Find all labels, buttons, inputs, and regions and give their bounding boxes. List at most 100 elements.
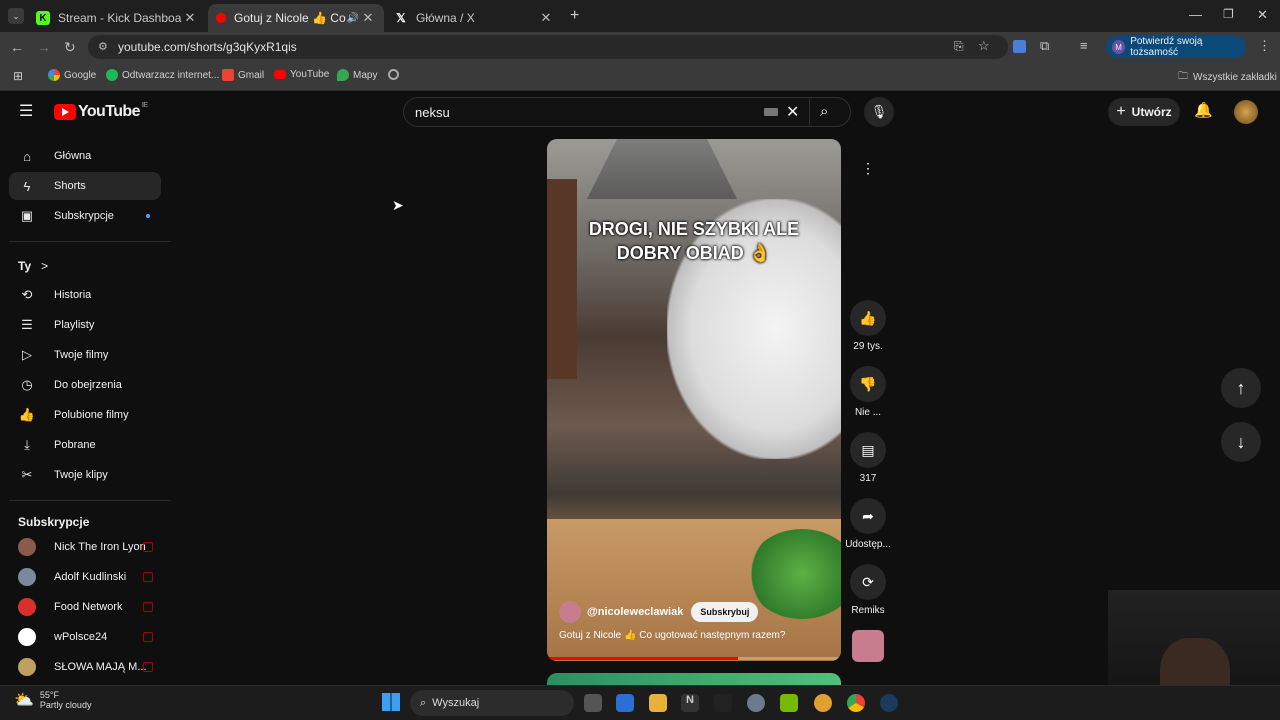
- sidebar-sub-channel[interactable]: Nick The Iron Lyon: [9, 533, 161, 561]
- sidebar-item-history[interactable]: ⟲ Historia: [9, 281, 161, 309]
- reload-icon[interactable]: ↻: [64, 39, 76, 56]
- search-icon[interactable]: ⌕: [820, 103, 828, 120]
- google-icon: [48, 69, 60, 81]
- search-input[interactable]: neksu ✕ ⌕: [403, 97, 851, 127]
- youtube-play-icon: [54, 104, 76, 120]
- channel-avatar: [18, 658, 36, 676]
- sidebar-item-label: Pobrane: [54, 439, 96, 451]
- sidebar-item-label: Polubione filmy: [54, 409, 129, 421]
- forward-icon[interactable]: →: [37, 39, 51, 55]
- playlist-icon: ☰: [21, 317, 33, 332]
- sidebar-item-downloads[interactable]: ⤓ Pobrane: [9, 431, 161, 459]
- close-tab-icon[interactable]: ✕: [538, 10, 554, 26]
- file-explorer-icon[interactable]: [649, 694, 667, 712]
- live-icon: [143, 662, 153, 672]
- create-button[interactable]: + Utwórz: [1108, 98, 1180, 126]
- voice-search-icon[interactable]: 🎙: [864, 97, 894, 127]
- youtube-logo[interactable]: YouTube IE: [54, 102, 148, 121]
- bookmark-label: Odtwarzacz internet...: [122, 69, 220, 81]
- tab-search-icon[interactable]: ⌄: [8, 8, 24, 24]
- remix-icon[interactable]: ⟳: [850, 564, 886, 600]
- new-tab-icon[interactable]: +: [570, 7, 579, 25]
- sidebar-item-label: Food Network: [54, 601, 123, 613]
- channel-name[interactable]: @nicoleweclawiak: [587, 606, 683, 618]
- sidebar-sub-channel[interactable]: wPolsce24: [9, 623, 161, 651]
- progress-bar[interactable]: [547, 657, 841, 660]
- sidebar-sub-channel[interactable]: Adolf Kudlinski: [9, 563, 161, 591]
- sidebar-item-your-videos[interactable]: ▷ Twoje filmy: [9, 341, 161, 369]
- share-icon[interactable]: ➦: [850, 498, 886, 534]
- chrome-icon[interactable]: [847, 694, 865, 712]
- store-icon[interactable]: [616, 694, 634, 712]
- dislike-icon[interactable]: 👎: [850, 366, 886, 402]
- back-icon[interactable]: ←: [10, 39, 24, 55]
- site-info-icon[interactable]: ⚙: [98, 40, 108, 53]
- bookmark-gmail[interactable]: Gmail: [222, 69, 264, 81]
- minimize-icon[interactable]: —: [1189, 7, 1202, 22]
- bookmark-maps[interactable]: Mapy: [337, 69, 377, 81]
- task-view-icon[interactable]: [584, 694, 602, 712]
- install-app-icon[interactable]: ⎘: [954, 39, 964, 54]
- bookmark-google[interactable]: Google: [48, 69, 96, 81]
- channel-avatar[interactable]: [559, 601, 581, 623]
- sidebar-item-watch-later[interactable]: ◷ Do obejrzenia: [9, 371, 161, 399]
- sidebar-item-clips[interactable]: ✂ Twoje klipy: [9, 461, 161, 489]
- verify-identity-button[interactable]: M Potwierdź swoją tożsamość: [1106, 36, 1246, 58]
- extensions-icon[interactable]: ⧉: [1040, 38, 1049, 54]
- media-control-icon[interactable]: ≡: [1080, 38, 1088, 53]
- subscribe-button[interactable]: Subskrybuj: [691, 602, 759, 622]
- hamburger-menu-icon[interactable]: ☰: [19, 101, 33, 121]
- tab-youtube[interactable]: Gotuj z Nicole 👍 Co ugotować następnym r…: [208, 4, 384, 32]
- shorts-player[interactable]: DROGI, NIE SZYBKI ALE DOBRY OBIAD 👌 @nic…: [547, 139, 841, 661]
- previous-short-icon[interactable]: ↑: [1221, 368, 1261, 408]
- short-caption[interactable]: Gotuj z Nicole 👍 Co ugotować następnym r…: [559, 630, 785, 641]
- weather-widget[interactable]: ⛅ 55°F Partly cloudy: [14, 690, 91, 710]
- globe-icon[interactable]: [388, 69, 399, 80]
- bookmark-player[interactable]: Odtwarzacz internet...: [106, 69, 219, 81]
- account-avatar[interactable]: [1234, 100, 1258, 124]
- sidebar-you-header[interactable]: Ty >: [9, 252, 161, 280]
- new-content-dot: [146, 214, 150, 218]
- bookmark-youtube[interactable]: YouTube: [274, 69, 329, 80]
- sidebar-item-liked[interactable]: 👍 Polubione filmy: [9, 401, 161, 429]
- app-icon[interactable]: [714, 694, 732, 712]
- restore-icon[interactable]: ❐: [1223, 7, 1234, 21]
- notion-icon[interactable]: N: [681, 694, 699, 712]
- apps-grid-icon[interactable]: ⊞: [13, 69, 23, 83]
- close-tab-icon[interactable]: ✕: [182, 10, 198, 26]
- next-short-preview[interactable]: [547, 673, 841, 685]
- sidebar-sub-channel[interactable]: Food Network: [9, 593, 161, 621]
- notifications-bell-icon[interactable]: 🔔: [1194, 101, 1213, 119]
- sidebar-item-home[interactable]: ⌂ Główna: [9, 142, 161, 170]
- url-field[interactable]: ⚙ youtube.com/shorts/g3qKyxR1qis ⎘ ☆: [88, 35, 1008, 59]
- like-icon[interactable]: 👍: [850, 300, 886, 336]
- bookmark-star-icon[interactable]: ☆: [978, 38, 990, 54]
- taskbar-search[interactable]: ⌕ Wyszukaj: [410, 690, 574, 716]
- clear-search-icon[interactable]: ✕: [786, 102, 799, 122]
- sidebar-item-label: SŁOWA MAJĄ M...: [54, 661, 147, 673]
- close-window-icon[interactable]: ✕: [1257, 7, 1268, 23]
- steam-icon[interactable]: [880, 694, 898, 712]
- sidebar-sub-channel[interactable]: SŁOWA MAJĄ M...: [9, 653, 161, 681]
- settings-gear-icon[interactable]: [747, 694, 765, 712]
- keyboard-icon[interactable]: [764, 108, 778, 116]
- sidebar-item-subscriptions[interactable]: ▣ Subskrypcje: [9, 202, 161, 230]
- menu-dots-icon[interactable]: ⋮: [1258, 38, 1271, 54]
- sidebar-item-shorts[interactable]: ϟ Shorts: [9, 172, 161, 200]
- app-icon[interactable]: [814, 694, 832, 712]
- tab-x[interactable]: 𝕏 Główna / X ✕: [386, 4, 562, 32]
- clips-icon: ✂: [21, 467, 33, 482]
- close-tab-icon[interactable]: ✕: [360, 10, 376, 26]
- next-short-icon[interactable]: ↓: [1221, 422, 1261, 462]
- all-bookmarks[interactable]: 🗀 Wszystkie zakładki: [1178, 69, 1277, 86]
- audio-icon[interactable]: 🔊: [346, 13, 360, 24]
- more-options-icon[interactable]: ⋮: [850, 150, 886, 186]
- nvidia-icon[interactable]: [780, 694, 798, 712]
- start-icon[interactable]: [382, 693, 400, 711]
- sidebar-item-label: Główna: [54, 150, 92, 162]
- translate-icon[interactable]: [1013, 40, 1026, 53]
- comments-icon[interactable]: ▤: [850, 432, 886, 468]
- sound-thumbnail[interactable]: [852, 630, 884, 662]
- tab-kick[interactable]: K Stream - Kick Dashboard ✕: [28, 4, 206, 32]
- sidebar-item-playlists[interactable]: ☰ Playlisty: [9, 311, 161, 339]
